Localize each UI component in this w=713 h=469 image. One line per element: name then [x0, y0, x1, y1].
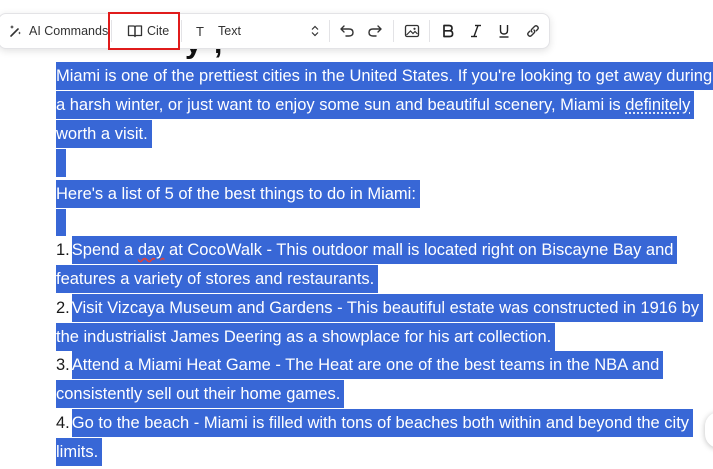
text-run: Spend a: [71, 241, 138, 259]
cite-label: Cite: [147, 24, 170, 38]
list-item: 4. Go to the beach - Miami is filled with…: [56, 409, 694, 437]
redo-icon: [367, 24, 383, 38]
list-number: 3.: [56, 351, 72, 379]
selected-empty-line: [56, 149, 66, 177]
link-button[interactable]: [525, 14, 541, 48]
toolbar-divider: [111, 20, 112, 42]
floating-format-toolbar: AI Commands Cite T Text: [0, 13, 550, 49]
block-type-select[interactable]: T Text: [195, 14, 325, 48]
underline-button[interactable]: [498, 14, 510, 48]
toolbar-divider: [393, 20, 394, 42]
list-item: 3. Attend a Miami Heat Game - The Heat ar…: [56, 351, 664, 379]
italic-icon: [470, 24, 482, 38]
selected-text: Here's a list of 5 of the best things to…: [56, 180, 420, 208]
block-type-value: Text: [218, 24, 241, 38]
list-item-continuation: consistently sell out their home games.: [56, 380, 345, 408]
paragraph-line: a harsh winter, or just want to enjoy so…: [56, 91, 695, 119]
selected-text: consistently sell out their home games.: [56, 380, 345, 408]
text-run: a harsh winter, or just want to enjoy so…: [56, 96, 626, 114]
grammar-flagged-word[interactable]: definitely: [625, 96, 690, 114]
list-number: 1.: [56, 236, 72, 264]
toolbar-divider: [329, 20, 330, 42]
selected-text: Spend a day at CocoWalk - This outdoor m…: [71, 236, 678, 264]
document-editor[interactable]: y , Miami is one of the prettiest cities…: [0, 0, 713, 469]
list-item-continuation: limits.: [56, 438, 103, 466]
selected-text: features a variety of stores and restaur…: [56, 265, 379, 293]
selected-text: a harsh winter, or just want to enjoy so…: [56, 91, 695, 119]
list-item: 1. Spend a day at CocoWalk - This outdoor…: [56, 236, 678, 264]
toolbar-divider: [181, 20, 182, 42]
selected-text: limits.: [56, 438, 103, 466]
text-run: at CocoWalk - This outdoor mall is locat…: [164, 241, 674, 259]
selected-empty-line: [56, 209, 66, 237]
list-number: 4.: [56, 409, 72, 437]
cite-button[interactable]: Cite: [127, 14, 169, 48]
toolbar-divider: [429, 20, 430, 42]
chevron-up-down-icon: [311, 25, 319, 37]
magic-wand-icon: [9, 24, 23, 38]
paragraph-line: Miami is one of the prettiest cities in …: [56, 62, 713, 90]
ai-commands-button[interactable]: AI Commands: [9, 14, 108, 48]
selected-text: Go to the beach - Miami is filled with t…: [71, 409, 694, 437]
undo-icon: [339, 24, 355, 38]
underline-icon: [498, 24, 510, 38]
list-item: 2. Visit Vizcaya Museum and Gardens - Thi…: [56, 294, 704, 322]
selected-text: worth a visit.: [56, 120, 152, 148]
bold-icon: [442, 24, 454, 38]
empty-line: [56, 209, 66, 237]
selected-text: the industrialist James Deering as a sho…: [56, 323, 556, 351]
selected-text: Visit Vizcaya Museum and Gardens - This …: [71, 294, 704, 322]
editor-window: y , Miami is one of the prettiest cities…: [0, 0, 713, 469]
empty-line: [56, 149, 66, 177]
selected-text: Attend a Miami Heat Game - The Heat are …: [71, 351, 664, 379]
paragraph-line: worth a visit.: [56, 120, 152, 148]
link-icon: [525, 23, 541, 39]
selected-text: Miami is one of the prettiest cities in …: [56, 62, 713, 90]
bold-button[interactable]: [442, 14, 454, 48]
book-open-icon: [127, 24, 143, 38]
list-item-continuation: features a variety of stores and restaur…: [56, 265, 379, 293]
paragraph-line: Here's a list of 5 of the best things to…: [56, 180, 420, 208]
list-item-continuation: the industrialist James Deering as a sho…: [56, 323, 556, 351]
undo-button[interactable]: [339, 14, 355, 48]
insert-image-button[interactable]: [404, 14, 420, 48]
list-number: 2.: [56, 294, 72, 322]
text-type-icon: T: [196, 23, 204, 39]
italic-button[interactable]: [470, 14, 482, 48]
redo-button[interactable]: [367, 14, 383, 48]
spellcheck-flagged-word[interactable]: day: [138, 241, 165, 259]
ai-commands-label: AI Commands: [29, 24, 109, 38]
image-icon: [404, 24, 420, 38]
